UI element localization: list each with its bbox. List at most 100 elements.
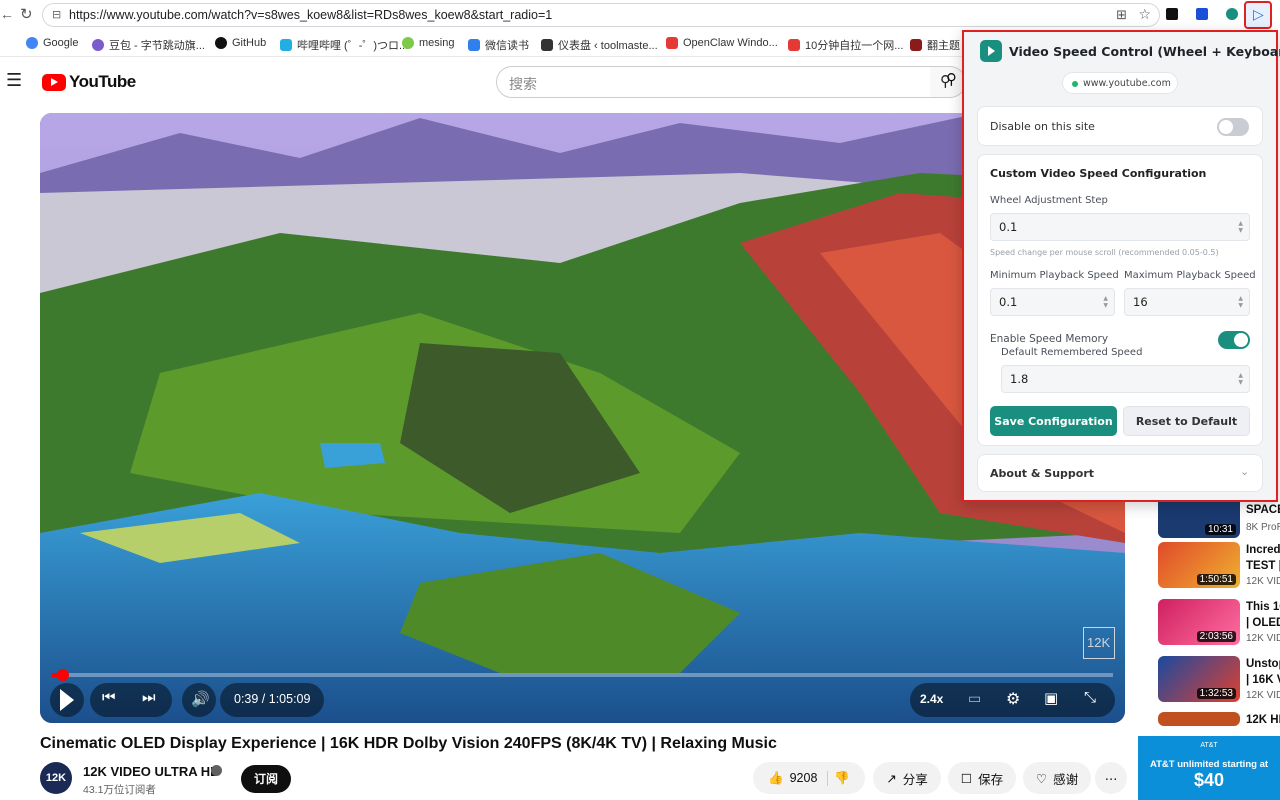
share-icon: ↗	[886, 771, 897, 786]
spinner-icon[interactable]: ▲ ▼	[1238, 295, 1243, 309]
wheel-step-label: Wheel Adjustment Step	[990, 195, 1108, 206]
dashboard-icon	[541, 39, 553, 51]
share-button[interactable]: ↗ 分享	[873, 762, 941, 794]
reset-default-button[interactable]: Reset to Default	[1123, 406, 1250, 436]
settings-icon[interactable]: ⚙	[1006, 689, 1020, 709]
extension-icon-3[interactable]	[1226, 8, 1238, 20]
thumbs-up-icon: 👍	[768, 770, 784, 785]
bookmark-github[interactable]: GitHub	[215, 37, 266, 49]
previous-icon[interactable]: ⏮	[102, 689, 116, 706]
sidebar-video-channel: 12K VID	[1246, 690, 1280, 701]
duration-badge: 1:50:51	[1196, 574, 1236, 585]
sidebar-video[interactable]: 2:03:56 This 16 | OLED 12K VID	[1158, 599, 1280, 649]
config-card: Custom Video Speed Configuration Wheel A…	[977, 154, 1263, 446]
play-icon	[60, 689, 74, 711]
address-bar[interactable]: ⊟ https://www.youtube.com/watch?v=s8wes_…	[42, 3, 1160, 27]
site-info-icon[interactable]: ⊟	[52, 8, 61, 21]
video-thumbnail: 1:50:51	[1158, 542, 1240, 588]
sidebar-video-channel: 8K ProR	[1246, 522, 1280, 533]
speed-memory-toggle[interactable]	[1218, 331, 1250, 349]
min-speed-label: Minimum Playback Speed	[990, 270, 1119, 281]
thanks-button[interactable]: ♡ 感谢	[1023, 762, 1091, 794]
theater-mode-icon[interactable]: ▣	[1044, 689, 1058, 707]
save-configuration-label: Save Configuration	[994, 414, 1113, 428]
ad-banner[interactable]: AT&T AT&T unlimited starting at $40	[1138, 736, 1280, 800]
openclaw-icon	[666, 37, 678, 49]
bookmark-doubao[interactable]: 豆包 - 字节跳动旗...	[92, 37, 205, 53]
github-icon	[215, 37, 227, 49]
max-speed-label: Maximum Playback Speed	[1124, 270, 1256, 281]
bookmark-tutorial[interactable]: 10分钟自拉一个网...	[788, 37, 903, 53]
default-speed-input[interactable]: 1.8 ▲ ▼	[1001, 365, 1250, 393]
bookmark-icon: ☐	[960, 771, 973, 786]
wheel-step-hint: Speed change per mouse scroll (recommend…	[990, 248, 1219, 257]
search-input[interactable]: 搜索	[496, 66, 936, 98]
spinner-icon[interactable]: ▲ ▼	[1238, 220, 1243, 234]
about-card[interactable]: About & Support ⌄	[977, 454, 1263, 492]
bookmark-star-icon[interactable]: ☆	[1138, 6, 1151, 23]
spinner-icon[interactable]: ▲ ▼	[1238, 372, 1243, 386]
spinner-icon[interactable]: ▲ ▼	[1103, 295, 1108, 309]
save-button[interactable]: ☐ 保存	[948, 762, 1016, 794]
bookmark-label: Google	[43, 37, 79, 49]
volume-button[interactable]: 🔊	[182, 683, 216, 717]
bookmark-bilibili[interactable]: 哔哩哔哩 (゜-゜)つロ...	[280, 37, 408, 53]
like-button[interactable]: 👍 9208	[768, 770, 829, 786]
bookmark-weread[interactable]: 微信读书	[468, 37, 529, 53]
speed-badge: 2.4x	[920, 692, 944, 706]
more-icon: ⋯	[1104, 771, 1118, 786]
bookmark-dashboard[interactable]: 仪表盘 ‹ toolmaste...	[541, 37, 658, 53]
video-speed-popup: Video Speed Control (Wheel + Keyboard) w…	[962, 30, 1280, 502]
dislike-button[interactable]: 👎	[834, 771, 850, 786]
sidebar-search-icon[interactable]: ⚲	[946, 70, 957, 88]
max-speed-value: 16	[1133, 295, 1148, 309]
bookmark-theme[interactable]: 翻主题	[910, 37, 960, 53]
chevron-down-icon[interactable]: ⌄	[1240, 465, 1249, 478]
sidebar-video-title: Unstop	[1246, 658, 1280, 670]
bookmark-openclaw[interactable]: OpenClaw Windo...	[666, 37, 778, 49]
channel-avatar[interactable]: 12K	[40, 762, 72, 794]
bookmark-label: 豆包 - 字节跳动旗...	[109, 40, 205, 52]
save-configuration-button[interactable]: Save Configuration	[990, 406, 1117, 436]
fullscreen-icon[interactable]: ⤡	[1084, 689, 1096, 706]
thanks-label: 感谢	[1053, 772, 1079, 787]
subtitles-icon[interactable]: ▭	[968, 690, 981, 707]
progress-bar[interactable]	[52, 669, 1113, 681]
sidebar-video[interactable]: 1:32:53 Unstop | 16K V 12K VID	[1158, 656, 1280, 706]
next-icon[interactable]: ⏭	[142, 689, 156, 706]
channel-row: 12K 12K VIDEO ULTRA HD 43.1万位订阅者 订阅 👍 920…	[40, 760, 1140, 798]
site-domain: www.youtube.com	[1083, 78, 1171, 89]
disable-toggle[interactable]	[1217, 118, 1249, 136]
reload-icon[interactable]: ↻	[20, 5, 33, 23]
sidebar-video[interactable]: 1:50:51 Incredi TEST | 12K VID	[1158, 542, 1280, 592]
max-speed-input[interactable]: 16 ▲ ▼	[1124, 288, 1250, 316]
avatar-text: 12K	[45, 772, 67, 784]
save-label: 保存	[978, 772, 1004, 787]
youtube-logo[interactable]: YouTube	[42, 72, 136, 92]
sidebar-video-title: Incredi	[1246, 544, 1280, 556]
wheel-step-input[interactable]: 0.1 ▲ ▼	[990, 213, 1250, 241]
duration-badge: 10:31	[1204, 524, 1236, 535]
bookmark-mesing[interactable]: mesing	[402, 37, 454, 49]
extension-icon-2[interactable]	[1196, 8, 1208, 20]
progress-scrubber[interactable]	[56, 669, 69, 681]
more-actions-button[interactable]: ⋯	[1095, 762, 1127, 794]
translate-icon[interactable]: ⊞	[1116, 7, 1127, 23]
video-speed-extension-button[interactable]: ▷	[1244, 1, 1272, 29]
back-icon[interactable]: ←	[0, 6, 14, 22]
min-speed-input[interactable]: 0.1 ▲ ▼	[990, 288, 1115, 316]
subscribe-button[interactable]: 订阅	[241, 765, 291, 793]
bookmark-label: mesing	[419, 37, 455, 49]
play-button[interactable]	[50, 683, 84, 717]
bookmark-label: OpenClaw Windo...	[683, 37, 778, 49]
sidebar-video[interactable]: 12K HD	[1158, 712, 1280, 726]
extension-icon-1[interactable]	[1166, 8, 1178, 20]
disable-card: Disable on this site	[977, 106, 1263, 146]
about-label: About & Support	[990, 467, 1095, 480]
duration-badge: 2:03:56	[1196, 631, 1236, 642]
channel-name[interactable]: 12K VIDEO ULTRA HD	[83, 764, 220, 779]
menu-icon[interactable]: ☰	[6, 70, 22, 91]
bookmark-google[interactable]: Google	[26, 37, 78, 49]
sidebar-video-channel: 12K VID	[1246, 633, 1280, 644]
verified-icon	[211, 765, 222, 776]
